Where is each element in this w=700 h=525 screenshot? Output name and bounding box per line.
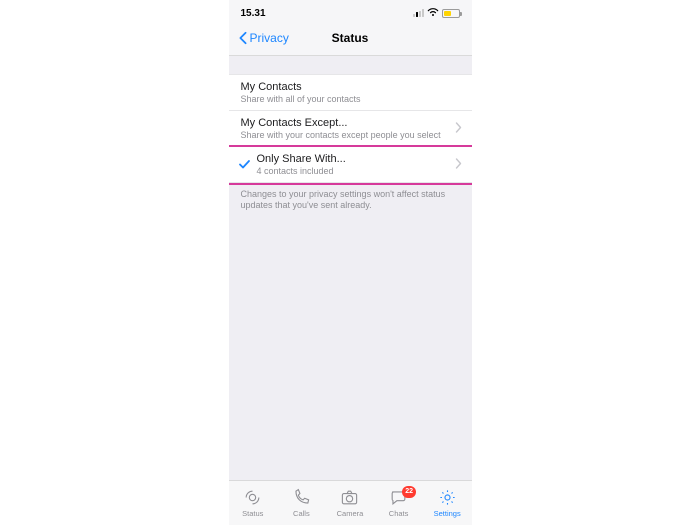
phone-screen: 15.31 Privacy Status My Contacts Share w… (229, 0, 472, 525)
option-only-share-with[interactable]: Only Share With... 4 contacts included (229, 147, 472, 183)
option-my-contacts[interactable]: My Contacts Share with all of your conta… (229, 74, 472, 111)
status-indicators (413, 7, 460, 19)
options-group: My Contacts Share with all of your conta… (229, 74, 472, 183)
tab-label: Status (242, 509, 263, 518)
status-icon (243, 488, 262, 507)
tab-label: Calls (293, 509, 310, 518)
back-label: Privacy (250, 31, 289, 45)
cellular-icon (413, 9, 424, 17)
option-my-contacts-except[interactable]: My Contacts Except... Share with your co… (229, 111, 472, 147)
camera-icon (340, 488, 359, 507)
option-subtitle: Share with all of your contacts (241, 94, 460, 104)
wifi-icon (427, 7, 439, 19)
chevron-left-icon (238, 31, 248, 45)
chevron-right-icon (455, 120, 462, 138)
clock: 15.31 (241, 8, 266, 19)
tab-bar: Status Calls Camera 22 Chats Settings (229, 480, 472, 525)
phone-icon (292, 488, 311, 507)
back-button[interactable]: Privacy (229, 31, 289, 45)
tab-settings[interactable]: Settings (425, 488, 470, 518)
gear-icon (438, 488, 457, 507)
option-subtitle: Share with your contacts except people y… (241, 130, 460, 140)
tab-calls[interactable]: Calls (279, 488, 324, 518)
tab-label: Chats (389, 509, 409, 518)
tab-label: Camera (337, 509, 364, 518)
tab-camera[interactable]: Camera (327, 488, 372, 518)
badge: 22 (402, 486, 416, 498)
content-area: My Contacts Share with all of your conta… (229, 56, 472, 525)
chevron-right-icon (455, 156, 462, 174)
option-title: Only Share With... (257, 153, 460, 165)
option-subtitle: 4 contacts included (257, 166, 460, 176)
tab-chats[interactable]: 22 Chats (376, 488, 421, 518)
footer-note: Changes to your privacy settings won't a… (229, 183, 472, 218)
tab-status[interactable]: Status (230, 488, 275, 518)
battery-icon (442, 9, 460, 18)
ios-status-bar: 15.31 (229, 0, 472, 20)
option-title: My Contacts Except... (241, 117, 460, 129)
tab-label: Settings (434, 509, 461, 518)
checkmark-icon (239, 156, 250, 174)
navigation-bar: Privacy Status (229, 20, 472, 56)
option-title: My Contacts (241, 81, 460, 93)
